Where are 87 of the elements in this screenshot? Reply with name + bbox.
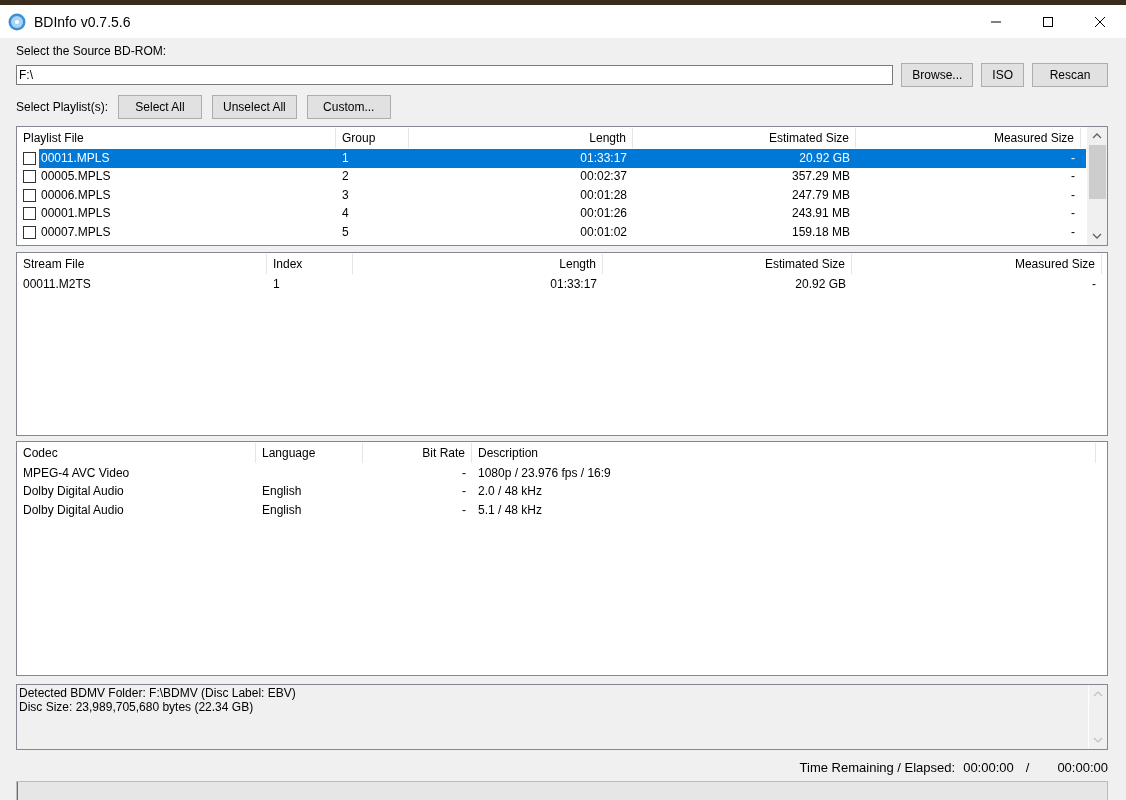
report-line: Detected BDMV Folder: F:\BDMV (Disc Label: EBV) (19, 686, 297, 700)
table-cell-text: English (261, 501, 303, 519)
time-elapsed: 00:00:00 (1057, 760, 1108, 775)
table-cell-text: 00001.MPLS (40, 205, 112, 223)
table-cell-text: 00:02:37 (579, 168, 628, 186)
report-text-area[interactable]: Detected BDMV Folder: F:\BDMV (Disc Label: EBV) Disc Size: 23,989,705,680 bytes (22.34 GB) (16, 684, 1108, 750)
playlist-row[interactable]: 00006.MPLS 3 00:01:28 247.79 MB - (17, 186, 1086, 205)
table-cell-text: 00007.MPLS (40, 223, 112, 241)
column-header[interactable]: Estimated Size (603, 254, 852, 274)
column-header[interactable]: Playlist File (17, 128, 336, 148)
playlist-select-label: Select Playlist(s): (16, 100, 109, 114)
table-cell-text: 01:33:17 (579, 149, 628, 167)
checkbox[interactable] (23, 207, 36, 221)
close-icon (1094, 15, 1106, 28)
column-header[interactable]: Stream File (17, 254, 267, 274)
table-cell-text: - (1070, 186, 1076, 204)
table-cell-text: - (1070, 149, 1076, 167)
table-cell-text: - (1070, 205, 1076, 223)
table-cell-text: 00:01:28 (579, 186, 628, 204)
column-header[interactable]: Measured Size (856, 128, 1081, 148)
table-cell-text: 00011.MPLS (40, 149, 111, 167)
table-cell-text: 00:01:26 (579, 205, 628, 223)
table-cell-text: 00:01:02 (579, 223, 628, 241)
table-cell-text: 5 (341, 223, 350, 241)
checkbox[interactable] (23, 151, 36, 165)
table-cell-text: 01:33:17 (549, 275, 598, 293)
maximize-icon (1042, 15, 1054, 28)
table-cell-text: - (461, 464, 467, 482)
time-label: Time Remaining / Elapsed: (799, 760, 956, 775)
table-cell-text: Dolby Digital Audio (22, 483, 125, 501)
table-cell-text: 247.79 MB (790, 186, 851, 204)
scroll-up-icon (1092, 689, 1104, 699)
table-cell-text: 2 (341, 168, 350, 186)
column-header[interactable]: Estimated Size (633, 128, 856, 148)
custom-button[interactable]: Custom... (306, 95, 391, 119)
table-cell-text: 243.91 MB (790, 205, 851, 223)
window-title: BDInfo v0.7.5.6 (34, 13, 131, 30)
column-header[interactable]: Codec (17, 443, 256, 463)
table-cell-text: Dolby Digital Audio (22, 501, 125, 519)
checkbox[interactable] (23, 225, 36, 239)
table-cell-text: 357.29 MB (790, 168, 851, 186)
source-label: Select the Source BD-ROM: (16, 44, 168, 58)
table-cell-text: 3 (341, 186, 350, 204)
table-cell-text: MPEG-4 AVC Video (22, 464, 131, 482)
table-cell-text: - (461, 501, 467, 519)
table-cell-text: - (1091, 275, 1097, 293)
time-separator: / (1025, 760, 1030, 775)
playlist-row[interactable]: 00007.MPLS 5 00:01:02 159.18 MB - (17, 223, 1086, 242)
unselect-all-button[interactable]: Unselect All (212, 95, 297, 119)
column-header[interactable]: Length (353, 254, 603, 274)
disc-icon (8, 12, 26, 31)
table-cell-text: 1080p / 23.976 fps / 16:9 (477, 464, 612, 482)
column-header[interactable]: Language (256, 443, 363, 463)
vertical-scrollbar[interactable] (1086, 127, 1107, 245)
playlist-row[interactable]: 00001.MPLS 4 00:01:26 243.91 MB - (17, 204, 1086, 223)
table-cell-text: - (461, 483, 467, 501)
column-header[interactable]: Index (267, 254, 353, 274)
column-header[interactable]: Bit Rate (363, 443, 472, 463)
table-cell-text: 5.1 / 48 kHz (477, 501, 544, 519)
playlist-row[interactable]: 00005.MPLS 2 00:02:37 357.29 MB - (17, 167, 1086, 186)
table-cell-text: 159.18 MB (790, 223, 851, 241)
table-cell-text: 2.0 / 48 kHz (477, 483, 544, 501)
source-path-field[interactable]: F:\ (16, 65, 894, 85)
checkbox[interactable] (23, 188, 36, 202)
rescan-button[interactable]: Rescan (1032, 63, 1108, 87)
scroll-down-icon (1092, 735, 1104, 745)
time-remaining: 00:00:00 (963, 760, 1014, 775)
table-cell-text: 20.92 GB (798, 149, 851, 167)
iso-button[interactable]: ISO (981, 63, 1024, 87)
table-cell-text: 00006.MPLS (40, 186, 112, 204)
browse-button[interactable]: Browse... (901, 63, 974, 87)
select-all-button[interactable]: Select All (118, 95, 203, 119)
table-cell-text: - (1070, 168, 1076, 186)
checkbox[interactable] (23, 170, 36, 184)
table-cell-text: 00011.M2TS (22, 275, 92, 293)
column-header[interactable]: Group (336, 128, 409, 148)
table-cell-text: 00005.MPLS (40, 168, 112, 186)
table-cell-text: - (1070, 223, 1076, 241)
report-line: Disc Size: 23,989,705,680 bytes (22.34 GB) (19, 700, 255, 714)
table-cell-text: 1 (272, 275, 281, 293)
table-cell-text: 4 (341, 205, 350, 223)
column-header[interactable]: Length (409, 128, 633, 148)
column-header[interactable]: Description (472, 443, 1096, 463)
column-header[interactable]: Measured Size (852, 254, 1102, 274)
table-cell-text: 20.92 GB (794, 275, 847, 293)
table-cell-text: 1 (341, 149, 350, 167)
table-cell-text: English (261, 483, 303, 501)
